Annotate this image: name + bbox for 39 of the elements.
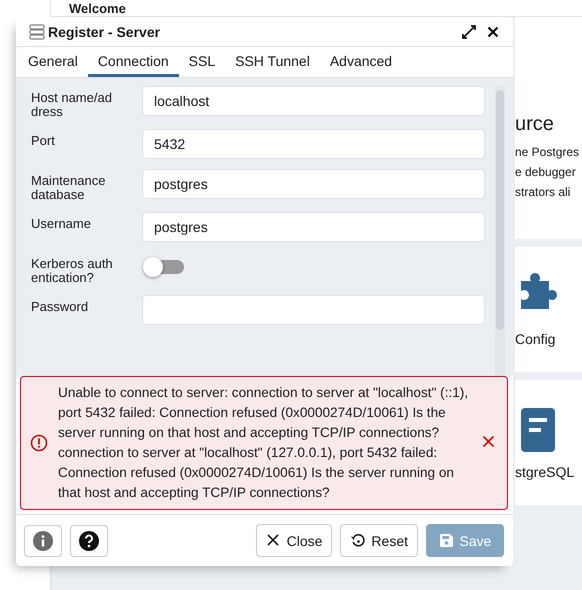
field-label: Kerberos authentication? (31, 255, 114, 285)
field-label: Maintenance database (31, 172, 106, 202)
description-text: e debugger (515, 164, 577, 181)
tab[interactable]: General (18, 47, 88, 77)
section-heading: urce (515, 113, 555, 136)
link-card[interactable]: stgreSQL (515, 380, 582, 505)
field-label: Password (31, 298, 90, 314)
link-card[interactable]: Config (515, 247, 582, 372)
close-button[interactable]: Close (256, 524, 332, 557)
help-button[interactable] (70, 524, 108, 556)
close-icon (266, 533, 281, 548)
card-label: Config (515, 330, 556, 346)
server-icon (29, 24, 45, 40)
input-field[interactable]: localhost (142, 86, 485, 116)
card-label: stgreSQL (515, 464, 574, 480)
help-icon (79, 530, 99, 550)
dialog-title: Register - Server (48, 24, 160, 40)
tab[interactable]: SSH Tunnel (225, 47, 320, 77)
tab[interactable]: Advanced (320, 47, 402, 77)
info-button[interactable] (24, 524, 62, 556)
page-title: Welcome (69, 1, 126, 16)
field-label: Username (31, 215, 92, 231)
error-text: Unable to connect to server: connection to server at "localhost" (::1), port 5432 failed: Connection refused (0x0000274D/10061) Is the server running on that host and accepting TCP/IP connections? connection to server at "localhost" (127.0.0.1), port 5432 failed: Connection refused (0x0000274D/10061) Is the server running on that host and accepting TCP/IP connections? (58, 384, 470, 502)
input-field[interactable]: postgres (142, 169, 485, 199)
alert-icon (30, 434, 48, 452)
description-text: strators ali (515, 184, 572, 201)
description-text: ne Postgres (515, 144, 580, 161)
save-icon (438, 533, 454, 548)
scrollbar[interactable] (495, 86, 505, 376)
tab[interactable]: SSL (178, 47, 226, 77)
input-field[interactable]: 5432 (142, 129, 485, 159)
field-label: Host name/address (31, 89, 113, 119)
reset-button[interactable]: Reset (340, 524, 418, 557)
info-icon (33, 530, 53, 550)
toggle-switch[interactable] (146, 260, 184, 274)
input-field[interactable]: postgres (142, 212, 485, 242)
input-field[interactable] (142, 295, 485, 325)
reset-icon (350, 533, 366, 548)
field-label: Port (31, 132, 56, 148)
